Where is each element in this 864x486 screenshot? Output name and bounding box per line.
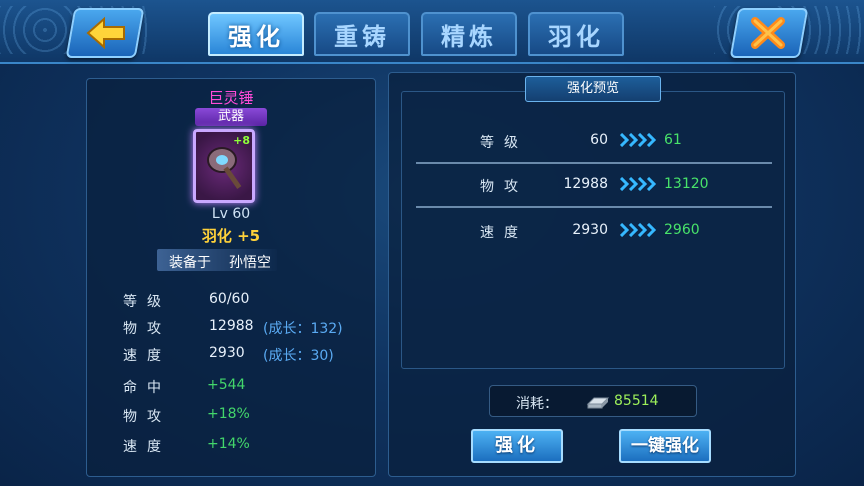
preview-label: 物攻 (480, 179, 528, 195)
divider (416, 206, 772, 208)
preview-old-value: 2930 (572, 222, 608, 238)
preview-new-value: 13120 (664, 176, 709, 192)
close-icon (751, 17, 785, 49)
preview-row-attack: 物攻 12988 13120 (416, 164, 772, 208)
chevron-right-icon (620, 223, 656, 237)
preview-old-value: 60 (590, 132, 608, 148)
preview-row-speed: 速度 2930 2960 (416, 210, 772, 254)
strengthen-button[interactable]: 强化 (471, 429, 563, 463)
stat-label: 等级 (123, 294, 171, 310)
stat-label: 物攻 (123, 321, 171, 337)
stat-value: 12988 (209, 318, 254, 334)
close-button[interactable] (729, 8, 809, 58)
stat-growth: (成长：132) (263, 321, 343, 337)
bonus-value: +544 (207, 377, 246, 393)
tab-feather[interactable]: 羽化 (528, 12, 624, 56)
equipped-label: 装备于 (169, 255, 211, 271)
cost-box: 消耗： 85514 (489, 385, 697, 417)
preview-box: 等级 60 61 物攻 12988 13120 速度 2930 2960 (401, 91, 785, 369)
item-plus-badge: +8 (233, 134, 250, 147)
strengthen-preview-panel: 等级 60 61 物攻 12988 13120 速度 2930 2960 强化预… (388, 72, 796, 477)
stat-growth: (成长：30) (263, 348, 334, 364)
tab-recast[interactable]: 重铸 (314, 12, 410, 56)
preview-label: 等级 (480, 135, 528, 151)
chevron-right-icon (620, 177, 656, 191)
item-detail-panel: 巨灵锤 武器 +8 Lv 60 羽化 +5 装备于 孙悟空 等级 60/60 物… (86, 78, 376, 477)
item-name: 巨灵锤 (208, 89, 254, 107)
back-arrow-icon (86, 16, 125, 50)
bonus-value: +14% (207, 436, 250, 452)
equipped-hero: 孙悟空 (229, 255, 271, 271)
item-level: Lv 60 (211, 206, 251, 222)
cost-value: 85514 (614, 393, 659, 409)
item-feather-level: 羽化 +5 (201, 227, 261, 245)
equipped-to-bar: 装备于 孙悟空 (157, 249, 277, 271)
stat-value: 2930 (209, 345, 245, 361)
back-button[interactable] (65, 8, 145, 58)
stat-value: 60/60 (209, 291, 250, 307)
bonus-label: 物攻 (123, 409, 171, 425)
tab-refine[interactable]: 精炼 (421, 12, 517, 56)
preview-row-level: 等级 60 61 (416, 120, 772, 164)
tab-strengthen[interactable]: 强化 (208, 12, 304, 56)
chevron-right-icon (620, 133, 656, 147)
top-bar: 强化 重铸 精炼 羽化 (0, 0, 864, 64)
item-type-badge: 武器 (195, 108, 267, 126)
one-key-strengthen-button[interactable]: 一键强化 (619, 429, 711, 463)
preview-new-value: 61 (664, 132, 682, 148)
silver-ingot-icon (586, 397, 610, 409)
bonus-label: 命中 (123, 380, 171, 396)
preview-old-value: 12988 (563, 176, 608, 192)
item-icon-frame[interactable]: +8 (193, 129, 255, 203)
bonus-value: +18% (207, 406, 250, 422)
stat-label: 速度 (123, 348, 171, 364)
preview-label: 速度 (480, 225, 528, 241)
cost-label: 消耗： (516, 396, 558, 412)
preview-new-value: 2960 (664, 222, 700, 238)
preview-title: 强化预览 (525, 76, 661, 102)
bonus-label: 速度 (123, 439, 171, 455)
